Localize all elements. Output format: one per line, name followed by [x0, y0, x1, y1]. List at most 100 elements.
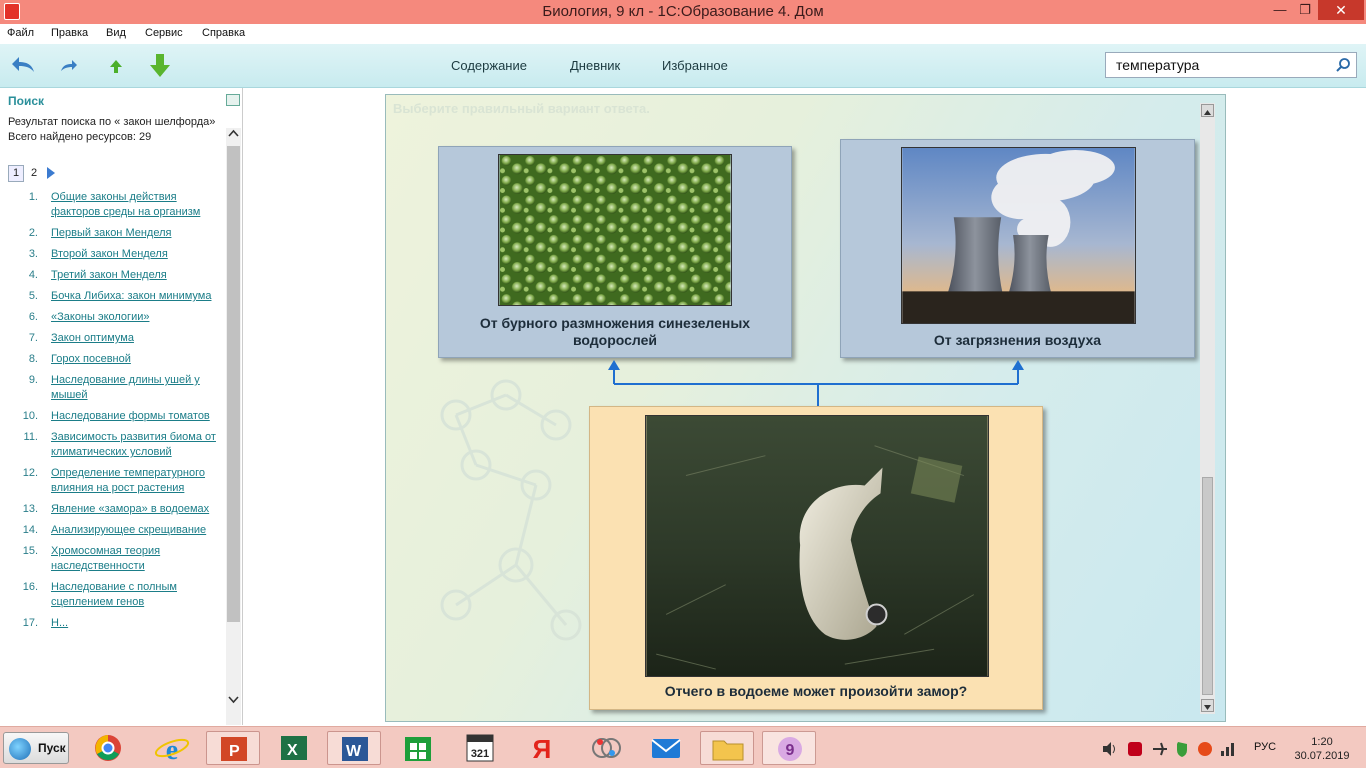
result-link[interactable]: Хромосомная теория наследственности [51, 545, 160, 572]
result-link[interactable]: Общие законы действия факторов среды на … [51, 191, 200, 218]
result-item[interactable]: 13. Явление «замора» в водоемах [0, 502, 226, 517]
result-link[interactable]: Наследование с полным сцеплением генов [51, 581, 177, 608]
results-count: Всего найдено ресурсов: 29 [8, 131, 152, 143]
cooling-towers-image [901, 147, 1136, 324]
result-item[interactable]: 2. Первый закон Менделя [0, 226, 226, 241]
start-button[interactable]: Пуск [3, 732, 69, 764]
result-number: 1. [28, 191, 38, 203]
slide-scroll-down-icon[interactable] [1201, 699, 1214, 712]
slide-scroll-up-icon[interactable] [1201, 104, 1214, 117]
answer-card-algae[interactable]: От бурного размножения синезеленых водор… [438, 146, 792, 358]
nav-diary[interactable]: Дневник [570, 58, 620, 73]
result-item[interactable]: 12. Определение температурного влияния на… [0, 466, 226, 496]
result-number: 3. [28, 248, 38, 260]
result-link[interactable]: Наследование длины ушей у мышей [51, 374, 200, 401]
menu-help[interactable]: Справка [202, 27, 245, 39]
up-icon[interactable] [102, 52, 130, 80]
menu-service[interactable]: Сервис [145, 27, 183, 39]
results-scrollbar[interactable] [226, 128, 241, 725]
nav-contents[interactable]: Содержание [451, 58, 527, 73]
result-item[interactable]: 3. Второй закон Менделя [0, 247, 226, 262]
result-number: 17. [22, 617, 38, 629]
calendar-day-label: 321 [471, 748, 489, 760]
result-item[interactable]: 5. Бочка Либиха: закон минимума [0, 289, 226, 304]
maximize-button[interactable]: ❐ [1293, 0, 1317, 22]
slide-scroll-thumb[interactable] [1202, 477, 1213, 695]
search-icon[interactable] [1335, 57, 1351, 73]
result-link[interactable]: Определение температурного влияния на ро… [51, 467, 205, 494]
download-icon[interactable] [146, 52, 174, 80]
result-item[interactable]: 14. Анализирующее скрещивание [0, 523, 226, 538]
result-link[interactable]: Наследование формы томатов [51, 410, 210, 422]
powerpoint-icon[interactable]: P [206, 731, 260, 765]
card-air-caption: От загрязнения воздуха [933, 332, 1102, 348]
language-indicator[interactable]: РУС [1254, 741, 1276, 753]
menu-edit[interactable]: Правка [51, 27, 88, 39]
next-page-icon[interactable] [47, 167, 56, 180]
menu-file[interactable]: Файл [7, 27, 34, 39]
internet-explorer-icon[interactable]: e [150, 731, 194, 766]
menu-view[interactable]: Вид [106, 27, 126, 39]
minimize-button[interactable]: — [1268, 0, 1292, 22]
result-number: 10. [22, 410, 38, 422]
slide-scrollbar[interactable] [1200, 103, 1215, 714]
dead-fish-image [645, 415, 989, 677]
result-item[interactable]: 16. Наследование с полным сцеплением гено… [0, 580, 226, 610]
recording-icon [1198, 742, 1212, 756]
nav-favorites[interactable]: Избранное [662, 58, 728, 73]
panel-title: Поиск [8, 94, 45, 108]
result-link[interactable]: Бочка Либиха: закон минимума [51, 290, 211, 302]
result-item[interactable]: 10. Наследование формы томатов [0, 409, 226, 424]
store-icon[interactable] [396, 731, 440, 765]
back-icon[interactable] [10, 52, 38, 80]
result-link[interactable]: Горох посевной [51, 353, 131, 365]
mail-icon[interactable] [644, 731, 688, 765]
result-link[interactable]: Закон оптимума [51, 332, 134, 344]
result-link[interactable]: Второй закон Менделя [51, 248, 168, 260]
clock[interactable]: 1:20 30.07.2019 [1290, 735, 1354, 763]
scroll-thumb[interactable] [227, 146, 240, 622]
result-link[interactable]: Явление «замора» в водоемах [51, 503, 209, 515]
result-item[interactable]: 4. Третий закон Менделя [0, 268, 226, 283]
result-link[interactable]: Анализирующее скрещивание [51, 524, 206, 536]
folder-icon[interactable] [700, 731, 754, 765]
question-prompt: Выберите правильный вариант ответа. [393, 101, 650, 116]
close-button[interactable]: ✕ [1318, 0, 1364, 20]
paint-icon[interactable] [584, 731, 628, 765]
svg-text:P: P [229, 743, 240, 760]
answer-card-air-pollution[interactable]: От загрязнения воздуха [840, 139, 1195, 358]
page-1[interactable]: 1 [8, 165, 24, 182]
result-item[interactable]: 15. Хромосомная теория наследственности [0, 544, 226, 574]
chrome-icon[interactable] [86, 731, 130, 765]
result-number: 11. [23, 431, 38, 443]
result-item[interactable]: 7. Закон оптимума [0, 331, 226, 346]
result-link[interactable]: Н... [51, 617, 68, 629]
result-link[interactable]: Зависимость развития биома от климатичес… [51, 431, 216, 458]
1c-icon[interactable]: 9 [762, 731, 816, 765]
yandex-icon[interactable]: Я [520, 731, 564, 765]
panel-collapse-icon[interactable] [226, 94, 240, 106]
result-link[interactable]: Третий закон Менделя [51, 269, 167, 281]
result-number: 9. [28, 374, 38, 386]
result-item[interactable]: 11. Зависимость развития биома от климати… [0, 430, 226, 460]
result-item[interactable]: 6. «Законы экологии» [0, 310, 226, 325]
volume-icon [1103, 742, 1115, 756]
clock-time: 1:20 [1311, 736, 1333, 748]
excel-icon[interactable]: X [272, 731, 316, 765]
results-list: 1. Общие законы действия факторов среды н… [0, 190, 226, 637]
airplane-icon [1153, 742, 1167, 756]
result-link[interactable]: Первый закон Менделя [51, 227, 171, 239]
result-link[interactable]: «Законы экологии» [51, 311, 149, 323]
search-input[interactable] [1116, 54, 1336, 76]
result-item[interactable]: 1. Общие законы действия факторов среды н… [0, 190, 226, 220]
result-item[interactable]: 9. Наследование длины ушей у мышей [0, 373, 226, 403]
word-icon[interactable]: W [327, 731, 381, 765]
result-number: 14. [22, 524, 38, 536]
result-item[interactable]: 8. Горох посевной [0, 352, 226, 367]
page-2[interactable]: 2 [26, 165, 42, 182]
scroll-down-icon[interactable] [228, 695, 239, 705]
result-item[interactable]: 17. Н... [0, 616, 226, 631]
calendar-icon[interactable]: 321 [458, 731, 502, 765]
forward-icon[interactable] [56, 52, 84, 80]
scroll-up-icon[interactable] [228, 128, 239, 138]
